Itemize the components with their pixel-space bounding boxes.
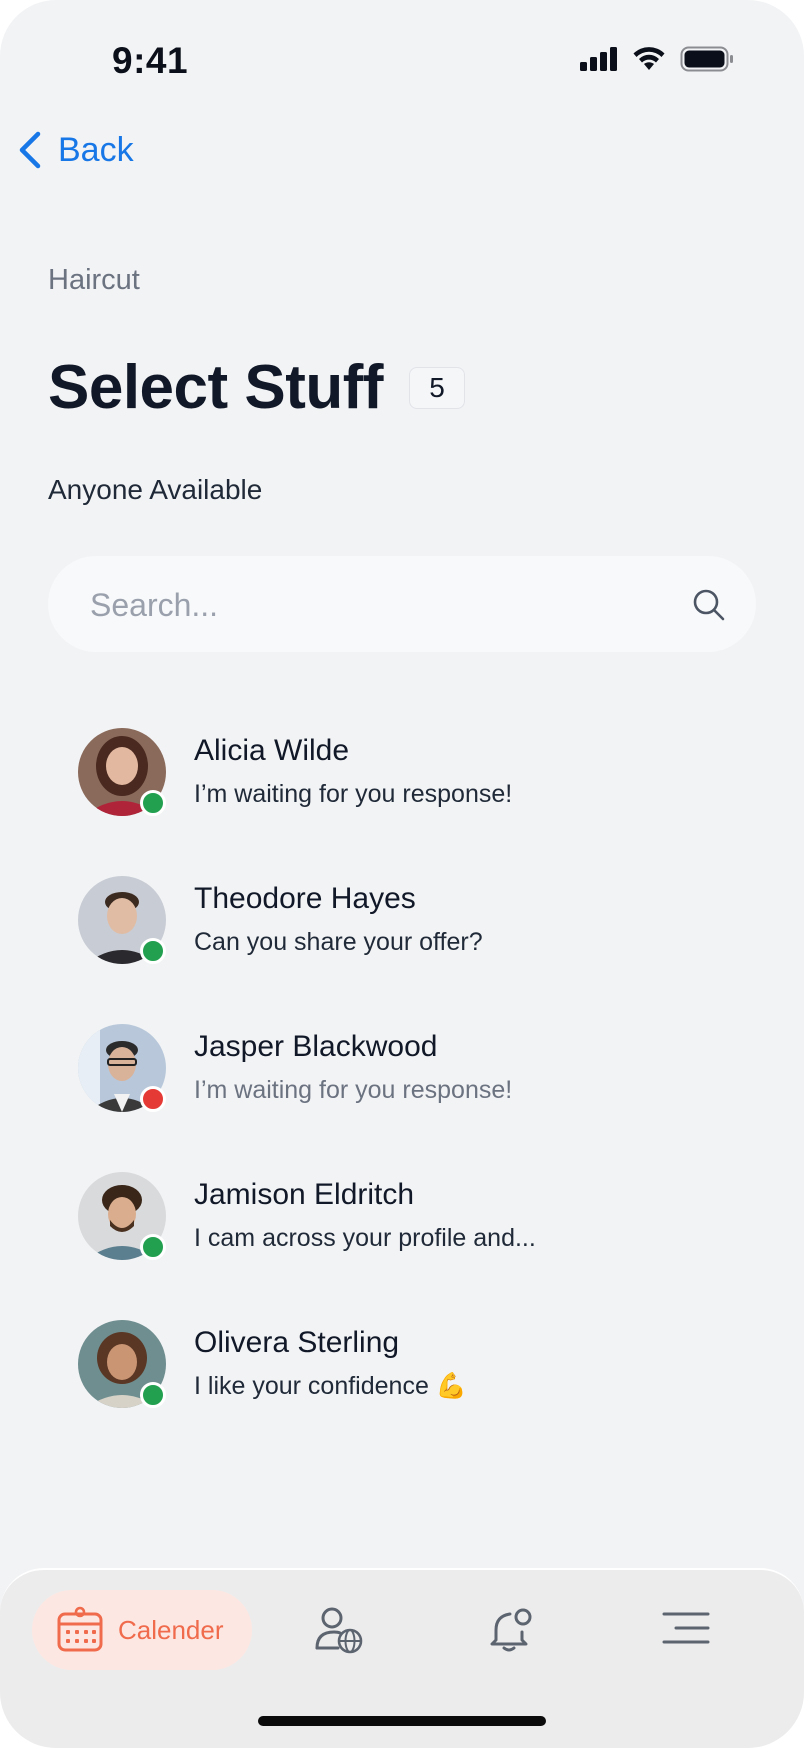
- contact-message: Can you share your offer?: [194, 928, 483, 956]
- list-item[interactable]: Alicia Wilde I’m waiting for you respons…: [78, 728, 758, 876]
- menu-icon: [662, 1612, 710, 1644]
- contact-name: Alicia Wilde: [194, 734, 350, 767]
- list-item[interactable]: Jasper Blackwood I’m waiting for you res…: [78, 1024, 758, 1172]
- contact-name: Theodore Hayes: [194, 882, 416, 915]
- busy-status-dot: [140, 1086, 166, 1112]
- count-badge: 5: [409, 366, 466, 409]
- signal-icon: [580, 47, 617, 71]
- contact-message: I’m waiting for you response!: [194, 780, 513, 808]
- online-status-dot: [140, 1382, 166, 1408]
- back-label: Back: [58, 130, 134, 169]
- status-icons: [580, 46, 734, 72]
- nav-menu-button[interactable]: [662, 1606, 710, 1659]
- staff-list: Alicia Wilde I’m waiting for you respons…: [78, 728, 758, 1468]
- battery-icon: [680, 46, 733, 72]
- contact-message: I’m waiting for you response!: [194, 1076, 513, 1104]
- service-label: Haircut: [48, 264, 140, 296]
- back-button[interactable]: Back: [16, 130, 134, 170]
- search-input[interactable]: [88, 556, 652, 654]
- nav-notifications-button[interactable]: [488, 1606, 536, 1659]
- calendar-icon: [57, 1606, 103, 1652]
- wifi-icon: [633, 47, 665, 70]
- chevron-left-icon: [19, 131, 41, 169]
- title-row: Select Stuff 5: [48, 352, 466, 423]
- anyone-available-option[interactable]: Anyone Available: [48, 474, 262, 506]
- phone-screen: 9:41 Back Haircut Select Stuff 5 Anyone …: [0, 0, 804, 1748]
- contact-name: Jamison Eldritch: [194, 1178, 415, 1211]
- list-item[interactable]: Jamison Eldritch I cam across your profi…: [78, 1172, 758, 1320]
- list-item[interactable]: Theodore Hayes Can you share your offer?: [78, 876, 758, 1024]
- home-indicator: [258, 1716, 546, 1726]
- search-bar: [48, 556, 756, 654]
- nav-user-globe-button[interactable]: [314, 1606, 364, 1659]
- online-status-dot: [140, 1234, 166, 1260]
- online-status-dot: [140, 790, 166, 816]
- contact-message: I like your confidence 💪: [194, 1372, 467, 1400]
- status-time: 9:41: [112, 40, 189, 81]
- online-status-dot: [140, 938, 166, 964]
- nav-calendar-tab[interactable]: Calender: [32, 1590, 252, 1670]
- page-title: Select Stuff: [48, 353, 384, 422]
- list-item[interactable]: Olivera Sterling I like your confidence …: [78, 1320, 758, 1468]
- bell-icon: [490, 1608, 532, 1652]
- contact-name: Jasper Blackwood: [194, 1030, 438, 1063]
- search-icon[interactable]: [692, 588, 726, 622]
- contact-message: I cam across your profile and...: [194, 1224, 536, 1252]
- contact-name: Olivera Sterling: [194, 1326, 400, 1359]
- nav-calendar-label: Calender: [118, 1614, 224, 1645]
- user-globe-icon: [315, 1607, 363, 1654]
